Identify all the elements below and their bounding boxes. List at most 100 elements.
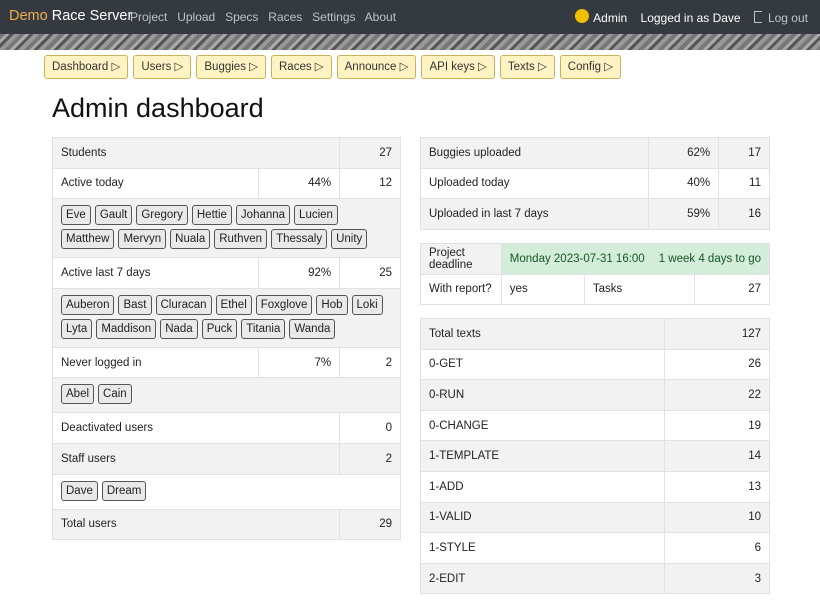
table-row: Total users 29 [51,508,401,541]
user-tag[interactable]: Lyta [61,318,93,339]
user-tag[interactable]: Cluracan [155,294,212,315]
text-label: 0-GET [419,348,666,381]
admin-link[interactable]: Admin [575,9,627,25]
students-count: 27 [339,137,401,169]
user-tag[interactable]: Dave [61,480,98,501]
nav-races[interactable]: Races [268,10,302,24]
table-row: Eve Gault Gregory Hettie Johanna Lucien Matthe… [52,198,401,259]
text-count: 6 [664,532,770,564]
deadline-label: Project deadline [420,243,502,275]
text-label: 1-TEMPLATE [419,440,666,472]
user-tag[interactable]: Matthew [61,229,115,250]
user-tag[interactable]: Dream [101,480,147,501]
user-tag[interactable]: Ruthven [214,229,268,250]
students-label: Students [51,137,341,169]
active-today-users: Eve Gault Gregory Hettie Johanna Lucien Matthe… [52,198,401,259]
text-label: 1-ADD [419,470,666,503]
never-pct: 7% [258,346,341,379]
text-count: 13 [664,470,770,503]
nav-about[interactable]: About [365,10,396,24]
user-tag[interactable]: Hettie [191,205,232,226]
user-tag[interactable]: Gault [94,205,133,226]
users-table: Students 27 Active today 44% 12 Eve Gault… [51,137,401,541]
table-row: Buggies uploaded 62% 17 [419,137,770,169]
table-row: Dave Dream [52,473,401,510]
active-7-pct: 92% [258,257,341,289]
user-tag[interactable]: Eve [61,205,91,226]
buggies-uploaded-count: 17 [718,137,770,169]
text-label: 2-EDIT [419,562,666,595]
user-tag[interactable]: Thessaly [271,229,328,250]
user-tag[interactable]: Gregory [136,205,188,226]
subnav-config[interactable]: Config ▷ [559,55,622,79]
deactivated-count: 0 [339,412,401,444]
buggies-uploaded-pct: 62% [648,137,720,169]
user-tag[interactable]: Johanna [235,205,291,226]
table-row: Students 27 [51,137,401,169]
active-today-pct: 44% [258,167,341,200]
user-tag[interactable]: Maddison [96,318,157,339]
deadline-value: Monday 2023-07-31 16:00 [509,252,645,265]
logout-label: Log out [767,11,808,25]
user-tag[interactable]: Ethel [215,294,252,315]
user-tag[interactable]: Hob [316,294,348,315]
brand-link[interactable]: Demo Race Server [9,8,132,24]
uploaded-today-pct: 40% [648,167,720,200]
nav-specs[interactable]: Specs [225,10,258,24]
table-row: With report? yes Tasks 27 [420,273,770,306]
top-navbar: Demo Race Server Project Upload Specs Ra… [0,0,820,34]
user-tag[interactable]: Titania [241,318,286,339]
text-count: 22 [664,379,770,411]
user-area: Admin Logged in as Dave Log out [575,9,808,25]
user-tag[interactable]: Auberon [61,294,115,315]
subnav-users[interactable]: Users ▷ [133,55,192,79]
table-row: Active last 7 days 92% 25 [51,257,401,289]
user-tag[interactable]: Lucien [294,205,338,226]
table-row: Abel Cain [52,377,401,414]
user-tag[interactable]: Unity [331,229,368,250]
table-row: 0-CHANGE 19 [419,409,770,442]
user-tag[interactable]: Cain [98,384,132,405]
user-tag[interactable]: Bast [118,294,152,315]
report-label: With report? [420,273,502,306]
table-row: 1-ADD 13 [419,470,770,503]
subnav-buggies[interactable]: Buggies ▷ [196,55,266,79]
subnav-races[interactable]: Races ▷ [271,55,332,79]
user-tag[interactable]: Mervyn [118,229,167,250]
nav-settings[interactable]: Settings [312,10,355,24]
subnav-announce[interactable]: Announce ▷ [336,55,417,79]
subnav-dashboard[interactable]: Dashboard ▷ [44,55,129,79]
user-tag[interactable]: Nuala [170,229,211,250]
never-label: Never logged in [51,346,260,379]
table-row: Active today 44% 12 [51,167,401,200]
uploaded-today-count: 11 [718,167,770,200]
text-label: 1-VALID [419,501,666,534]
report-value: yes [500,273,585,306]
brand-name: Race Server [51,8,133,24]
nav-upload[interactable]: Upload [177,10,215,24]
user-tag[interactable]: Loki [351,294,383,315]
deadline-remaining: 1 week 4 days to go [658,252,761,265]
user-tag[interactable]: Puck [201,318,238,339]
user-tag[interactable]: Wanda [289,318,336,339]
buggies-table: Buggies uploaded 62% 17 Uploaded today 4… [419,137,770,230]
text-count: 10 [664,501,770,534]
tasks-label: Tasks [583,273,696,306]
text-label: 1-STYLE [419,532,666,564]
active-today-label: Active today [51,167,260,200]
table-row: Project deadline Monday 2023-07-31 16:00… [420,243,771,275]
deactivated-label: Deactivated users [51,412,341,444]
logout-link[interactable]: Log out [753,11,808,25]
active-7-count: 25 [339,257,401,289]
staff-label: Staff users [51,442,341,475]
user-tag[interactable]: Abel [61,384,95,405]
text-count: 3 [664,562,770,595]
user-tag[interactable]: Nada [160,318,198,339]
table-row: 1-STYLE 6 [419,532,770,564]
total-users-count: 29 [339,508,401,541]
user-tag[interactable]: Foxglove [255,294,313,315]
subnav-api-keys[interactable]: API keys ▷ [421,55,495,79]
nav-project[interactable]: Project [130,10,167,24]
text-count: 14 [664,440,770,472]
subnav-texts[interactable]: Texts ▷ [499,55,555,79]
